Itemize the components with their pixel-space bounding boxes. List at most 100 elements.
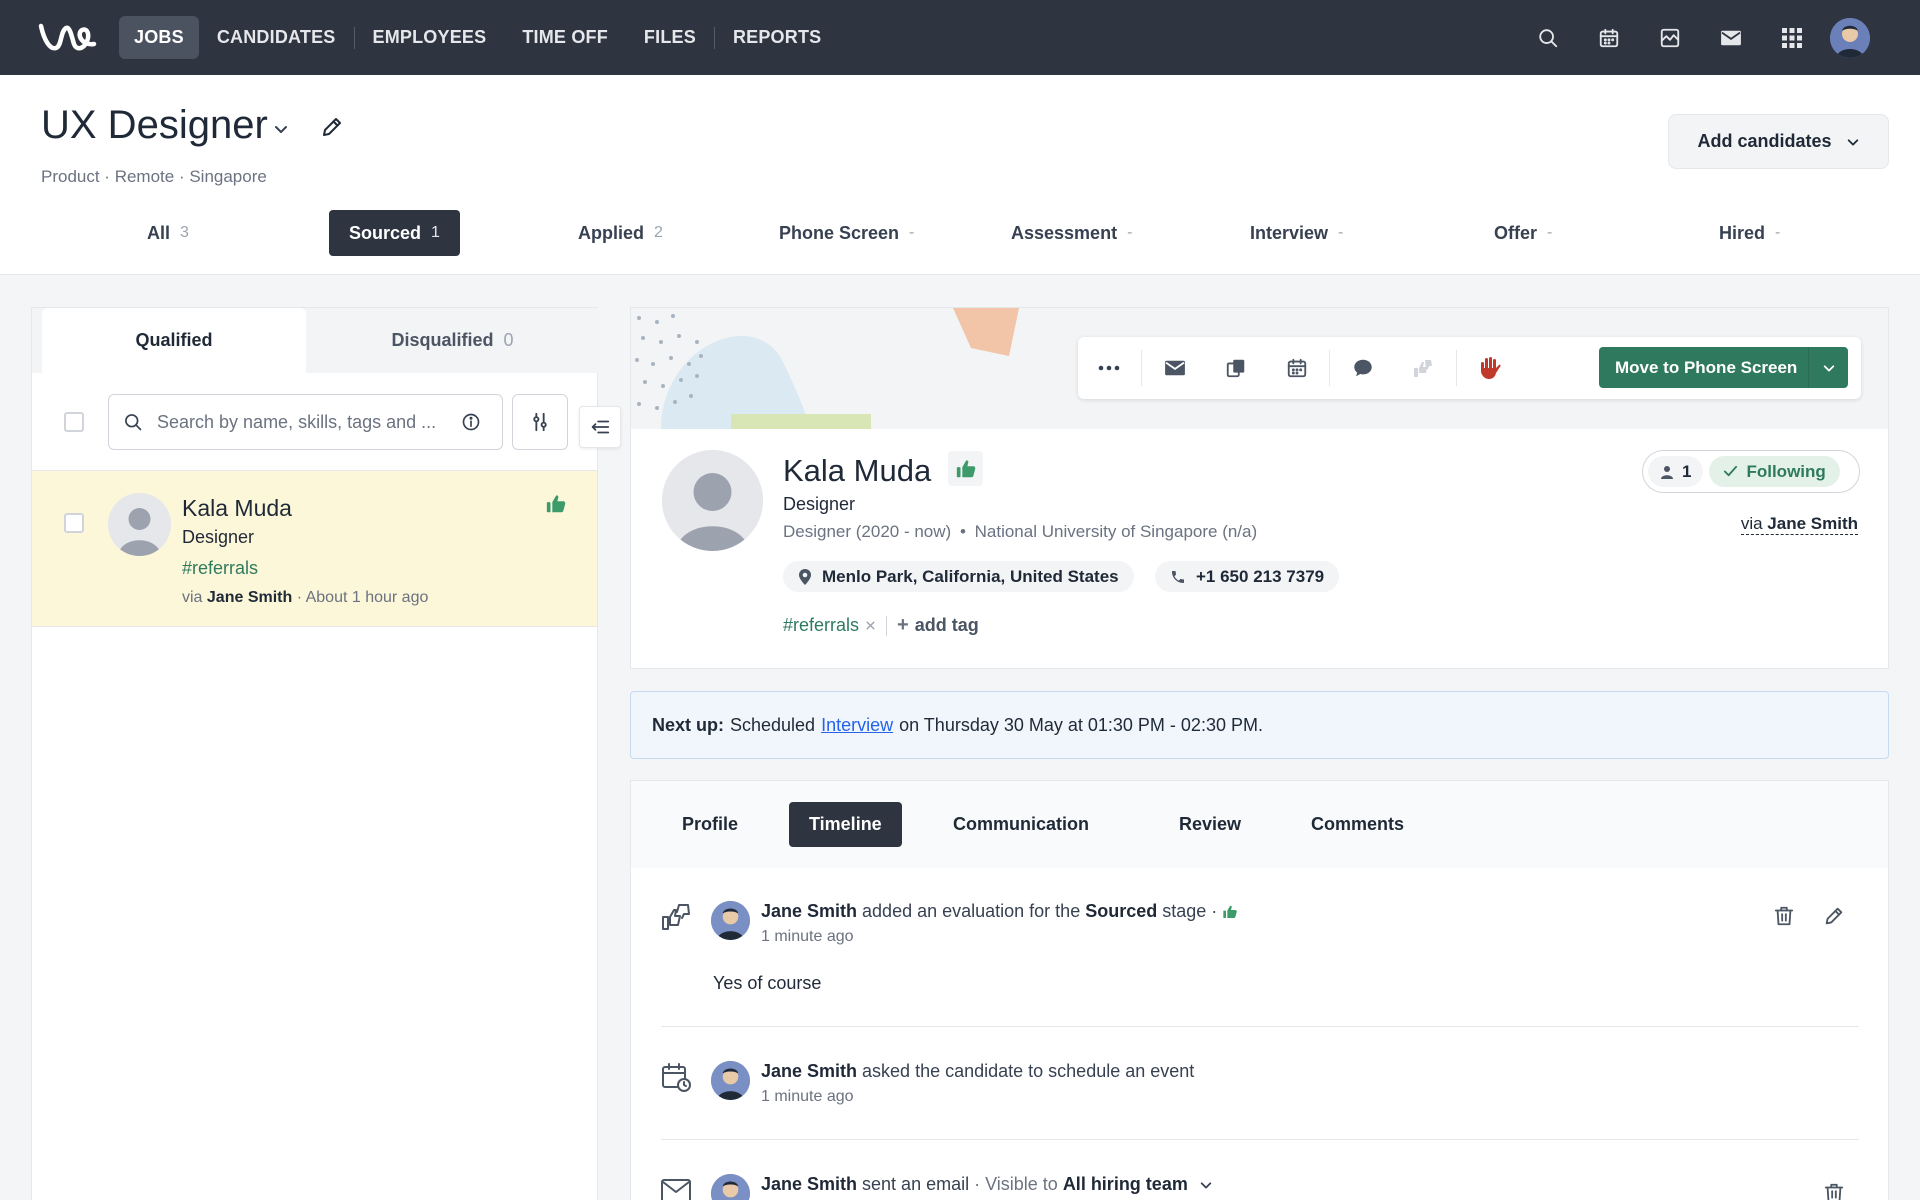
- select-all-checkbox[interactable]: [64, 412, 84, 432]
- candidate-checkbox[interactable]: [64, 513, 84, 533]
- stage-count: -: [1127, 224, 1133, 241]
- evaluation-icon: [660, 901, 692, 933]
- next-up-label: Next up:: [652, 714, 724, 735]
- tab-disqualified[interactable]: Disqualified 0: [306, 308, 599, 373]
- chevron-down-icon[interactable]: [273, 121, 289, 137]
- source-link[interactable]: via Jane Smith: [1740, 514, 1858, 535]
- add-candidates-button[interactable]: Add candidates: [1668, 114, 1889, 169]
- search-icon[interactable]: [1517, 16, 1578, 59]
- candidate-profile-card: Move to Phone Screen Kala Muda Designer …: [630, 307, 1889, 669]
- followers-pill[interactable]: 1: [1648, 456, 1704, 487]
- stage-label: Offer: [1494, 222, 1538, 243]
- user-avatar[interactable]: [1830, 17, 1870, 58]
- plus-icon: +: [897, 614, 909, 636]
- evaluation-body: Yes of course: [713, 973, 822, 993]
- phone-pill[interactable]: +1 650 213 7379: [1155, 561, 1340, 592]
- edit-pencil-icon[interactable]: [1823, 905, 1845, 927]
- disqualify-hand-icon[interactable]: [1459, 337, 1520, 399]
- edit-pencil-icon[interactable]: [320, 115, 344, 139]
- nav-files[interactable]: FILES: [626, 16, 714, 59]
- nav-jobs[interactable]: JOBS: [119, 16, 199, 59]
- logo-icon[interactable]: [38, 18, 98, 56]
- copy-icon[interactable]: [1205, 337, 1266, 399]
- info-icon[interactable]: [461, 412, 481, 432]
- more-icon[interactable]: [1078, 337, 1139, 399]
- job-meta: Product · Remote · Singapore: [41, 167, 267, 186]
- action-text: asked the candidate to schedule an event: [862, 1061, 1195, 1081]
- tab-timeline[interactable]: Timeline: [789, 802, 902, 847]
- followers-count: 1: [1682, 461, 1692, 481]
- candidate-tag[interactable]: #referrals: [182, 558, 258, 579]
- divider: [886, 615, 888, 636]
- stage-sourced[interactable]: Sourced 1: [329, 210, 460, 256]
- timeline-time: 1 minute ago: [761, 1088, 854, 1105]
- add-tag-button[interactable]: add tag: [915, 615, 979, 636]
- mail-icon[interactable]: [1700, 16, 1761, 59]
- evaluation-icon[interactable]: [1393, 337, 1454, 399]
- timeline-time: 1 minute ago: [761, 928, 854, 945]
- nav-candidates[interactable]: CANDIDATES: [199, 16, 354, 59]
- stage-label: Phone Screen: [779, 222, 900, 243]
- nav-reports[interactable]: REPORTS: [715, 16, 839, 59]
- via-prefix: via: [1740, 514, 1763, 533]
- candidate-card[interactable]: Kala Muda Designer #referrals via Jane S…: [32, 470, 597, 627]
- calendar-icon[interactable]: [1578, 16, 1639, 59]
- tab-profile[interactable]: Profile: [662, 802, 758, 847]
- apps-grid-icon[interactable]: [1761, 16, 1822, 59]
- search-icon: [125, 414, 142, 431]
- stage-count: 1: [431, 224, 440, 241]
- next-up-datetime: on Thursday 30 May at 01:30 PM - 02:30 P…: [899, 714, 1263, 735]
- delete-icon[interactable]: [1823, 1182, 1845, 1200]
- delete-icon[interactable]: [1773, 905, 1795, 927]
- profile-background: Designer (2020 - now) • National Univers…: [783, 522, 1257, 542]
- check-icon: [1724, 465, 1738, 477]
- stage-count: -: [1775, 224, 1781, 241]
- tab-review[interactable]: Review: [1159, 802, 1261, 847]
- action-text: added an evaluation for the: [862, 901, 1081, 921]
- thumbs-up-icon[interactable]: [948, 451, 983, 486]
- stage-assessment[interactable]: Assessment -: [991, 210, 1152, 256]
- visibility-dropdown[interactable]: All hiring team: [1063, 1174, 1188, 1195]
- calendar-clock-icon: [660, 1061, 692, 1093]
- stage-count: -: [909, 224, 915, 241]
- calendar-icon[interactable]: [1266, 337, 1327, 399]
- tab-comments[interactable]: Comments: [1291, 802, 1424, 847]
- nav-icons: [1517, 16, 1870, 59]
- tab-label: Disqualified: [391, 330, 494, 350]
- stage-phone-screen[interactable]: Phone Screen -: [759, 210, 934, 256]
- person-icon: [1661, 465, 1673, 479]
- follow-widget: 1 Following: [1642, 450, 1860, 493]
- nav-employees[interactable]: EMPLOYEES: [355, 16, 505, 59]
- stage-offer[interactable]: Offer -: [1474, 210, 1572, 256]
- email-icon[interactable]: [1144, 337, 1205, 399]
- remove-tag-icon[interactable]: [865, 620, 876, 631]
- stage-hired[interactable]: Hired -: [1699, 210, 1800, 256]
- inbox-icon[interactable]: [1639, 16, 1700, 59]
- move-dropdown-toggle[interactable]: [1808, 347, 1848, 388]
- tab-qualified[interactable]: Qualified: [42, 308, 306, 373]
- job-title[interactable]: UX Designer: [41, 103, 268, 148]
- interview-link[interactable]: Interview: [821, 715, 893, 736]
- work-history: Designer (2020 - now): [783, 522, 952, 541]
- stage-applied[interactable]: Applied 2: [558, 210, 683, 256]
- stage-count: 2: [654, 224, 663, 241]
- move-to-stage-button[interactable]: Move to Phone Screen: [1599, 347, 1848, 388]
- candidate-avatar: [108, 493, 171, 556]
- comment-icon[interactable]: [1332, 337, 1393, 399]
- candidate-time: · About 1 hour ago: [296, 589, 429, 606]
- tag-referrals[interactable]: #referrals: [783, 615, 859, 636]
- collapse-panel-button[interactable]: [579, 406, 621, 448]
- job-header: UX Designer Product · Remote · Singapore…: [0, 75, 1920, 275]
- chevron-down-icon[interactable]: [1199, 1178, 1213, 1192]
- details-tabs: Profile Timeline Communication Review Co…: [631, 781, 1888, 868]
- stage-all[interactable]: All 3: [127, 210, 209, 256]
- stage-interview[interactable]: Interview -: [1230, 210, 1363, 256]
- search-input[interactable]: [157, 411, 447, 433]
- filter-button[interactable]: [512, 394, 568, 450]
- following-toggle[interactable]: Following: [1709, 456, 1840, 487]
- nav-time-off[interactable]: TIME OFF: [504, 16, 626, 59]
- candidate-name[interactable]: Kala Muda: [182, 495, 292, 522]
- actor-avatar: [711, 901, 750, 940]
- tab-communication[interactable]: Communication: [933, 802, 1109, 847]
- candidate-action-bar: Move to Phone Screen: [1078, 337, 1861, 399]
